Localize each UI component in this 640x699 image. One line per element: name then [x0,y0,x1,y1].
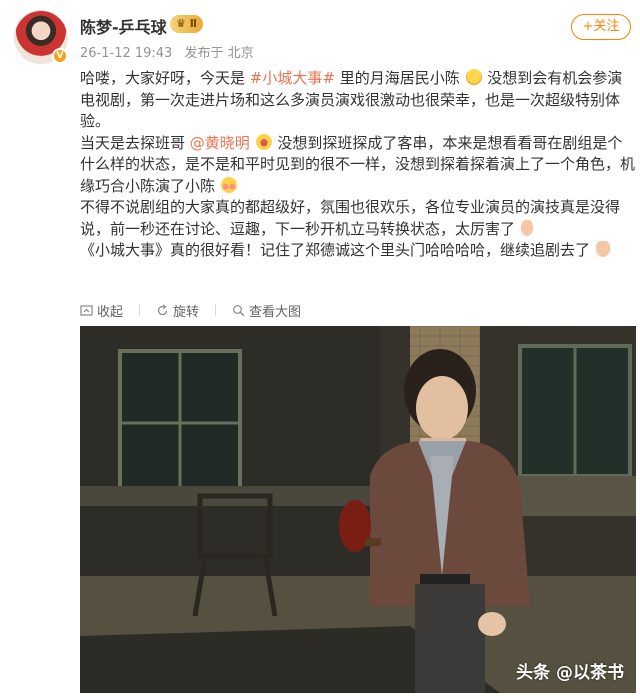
paragraph-2: 当天是去探班哥 @黄晓明 没想到探班探成了客串，本来是想看看哥在剧组是个什么样的… [80,133,635,198]
vip-badge: ♛ Ⅱ [170,15,203,33]
photo-scene [80,326,636,693]
post-timestamp[interactable]: 26-1-12 19:43 [80,46,172,61]
paragraph-3: 不得不说剧组的大家真的都超级好，氛围也很欢乐，各位专业演员的演技真是没得说，前一… [80,197,635,240]
image-toolbar: 收起 旋转 查看大图 [80,300,301,320]
text-span: 里的月海居民小陈 [339,69,460,87]
collapse-icon [80,304,93,317]
divider [215,304,217,316]
view-large-button[interactable]: 查看大图 [232,301,301,320]
paragraph-4: 《小城大事》真的很好看！记住了郑德诚这个里头门哈哈哈哈，继续追剧去了 [80,240,635,262]
text-span: 不得不说剧组的大家真的都超级好，氛围也很欢乐，各位专业演员的演技真是没得说，前一… [80,198,621,238]
collapse-button[interactable]: 收起 [80,301,123,320]
divider [139,304,141,316]
watermark: 头条 @以茶书 [516,663,624,683]
text-span: 当天是去探班哥 [80,133,186,152]
rotate-icon [156,304,169,317]
post-header: V 陈梦-乒乓球 ♛ Ⅱ 26-1-12 19:43 发布于 北京 +关注 [0,0,640,70]
view-large-label: 查看大图 [249,304,302,320]
victory-emoji-icon [595,241,610,257]
rotate-label: 旋转 [173,304,200,320]
blush-emoji-icon [220,176,237,193]
zoom-icon [232,304,245,317]
username[interactable]: 陈梦-乒乓球 [80,14,167,38]
smile-emoji-icon [465,69,482,85]
hand-emoji-icon [520,219,533,236]
vip-level: Ⅱ [189,17,197,30]
rotate-button[interactable]: 旋转 [156,301,199,320]
verified-badge-icon: V [52,48,68,64]
paragraph-1: 哈喽，大家好呀，今天是 #小城大事# 里的月海居民小陈 没想到会有机会参演电视剧… [80,68,635,133]
post-content: 哈喽，大家好呀，今天是 #小城大事# 里的月海居民小陈 没想到会有机会参演电视剧… [80,68,635,262]
text-span: 哈喽，大家好呀，今天是 [80,69,246,87]
text-span: 《小城大事》真的很好看！记住了郑德诚这个里头门哈哈哈哈，继续追剧去了 [80,241,591,259]
laugh-emoji-icon [255,133,272,150]
mention-link[interactable]: @黄晓明 [190,134,250,152]
follow-button[interactable]: +关注 [571,14,631,40]
post-location: 发布于 北京 [184,46,254,61]
post-photo[interactable]: 头条 @以茶书 [80,326,636,693]
post-meta: 26-1-12 19:43 发布于 北京 [80,42,262,61]
collapse-label: 收起 [97,304,124,320]
hashtag-link[interactable]: #小城大事# [250,69,335,87]
crown-icon: ♛ [176,17,186,30]
